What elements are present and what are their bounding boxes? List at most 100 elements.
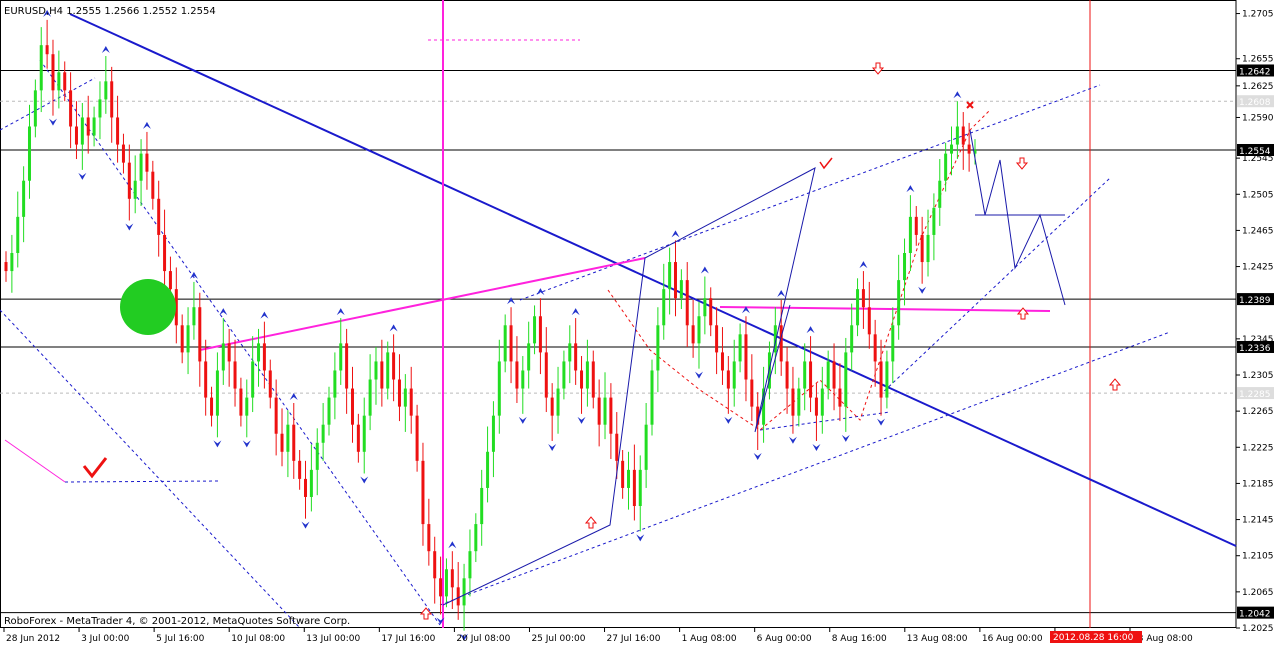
candle-body xyxy=(116,117,120,145)
candle-body xyxy=(820,388,824,416)
candle-body xyxy=(397,379,401,407)
candle-body xyxy=(867,307,871,335)
candle-body xyxy=(597,397,601,425)
candle-body xyxy=(544,352,548,398)
candle-body xyxy=(215,370,219,416)
candle-body xyxy=(750,379,754,407)
candle-body xyxy=(157,198,161,235)
level-tag-label: 1.2389 xyxy=(1239,296,1271,306)
candle-body xyxy=(950,144,954,154)
candle-body xyxy=(321,424,325,443)
candle-body xyxy=(650,370,654,425)
candle-body xyxy=(227,343,231,362)
candle-body xyxy=(562,361,566,389)
candle-body xyxy=(697,316,701,344)
candle-body xyxy=(703,298,707,317)
candle-body xyxy=(609,397,613,434)
candle-body xyxy=(814,397,818,416)
candle-body xyxy=(186,325,190,353)
candle-body xyxy=(180,325,184,353)
candle-body xyxy=(726,370,730,389)
candle-body xyxy=(268,370,272,398)
candle-body xyxy=(856,289,860,326)
candle-body xyxy=(274,397,278,434)
y-tick-label: 1.2705 xyxy=(1242,10,1274,20)
candle-body xyxy=(885,361,889,398)
candle-body xyxy=(527,343,531,371)
candle-body xyxy=(210,397,214,416)
candle-body xyxy=(127,162,131,199)
candle-body xyxy=(732,361,736,389)
candle-body xyxy=(826,361,830,389)
candle-body xyxy=(556,388,560,416)
candle-body xyxy=(621,460,625,488)
y-tick-label: 1.2625 xyxy=(1242,82,1274,92)
candle-body xyxy=(638,469,642,507)
candle-body xyxy=(709,298,713,326)
candle-body xyxy=(80,117,84,145)
level-tag-label: 1.2608 xyxy=(1239,98,1271,108)
candle-body xyxy=(668,262,672,290)
candle-body xyxy=(591,361,595,398)
future-time-label: 2012.08.28 16:00 xyxy=(1053,633,1134,643)
copyright-footer: RoboForex - MetaTrader 4, © 2001-2012, M… xyxy=(4,616,350,627)
candle-body xyxy=(104,81,108,100)
x-tick-label: 28 Jun 2012 xyxy=(6,634,60,644)
candle-body xyxy=(744,334,748,380)
candle-body xyxy=(415,415,419,461)
candle-body xyxy=(257,343,261,362)
candle-body xyxy=(350,388,354,425)
candle-body xyxy=(409,388,413,416)
candle-body xyxy=(27,126,31,181)
candle-body xyxy=(22,180,26,217)
candle-body xyxy=(327,397,331,425)
candle-body xyxy=(439,578,443,597)
candle-body xyxy=(568,343,572,362)
candle-body xyxy=(809,361,813,398)
x-tick-label: 16 Aug 00:00 xyxy=(982,634,1043,644)
candle-body xyxy=(720,352,724,371)
candle-body xyxy=(121,144,125,163)
x-tick-label: 25 Jul 00:00 xyxy=(531,634,585,644)
candle-body xyxy=(908,216,912,254)
candle-body xyxy=(433,551,437,579)
price-chart[interactable]: 1.27051.26551.26251.25901.25451.25051.24… xyxy=(0,0,1274,645)
level-tag-label: 1.2336 xyxy=(1239,344,1271,354)
candle-body xyxy=(961,126,965,145)
level-tag-label: 1.2042 xyxy=(1239,610,1271,620)
y-tick-label: 1.2025 xyxy=(1242,624,1274,634)
candle-body xyxy=(538,316,542,353)
candle-body xyxy=(33,90,37,127)
candle-body xyxy=(474,524,478,552)
candle-body xyxy=(139,153,143,181)
candle-body xyxy=(685,280,689,326)
x-tick-label: 5 Jul 16:00 xyxy=(156,634,205,644)
x-tick-label: 8 Aug 16:00 xyxy=(832,634,887,644)
candle-body xyxy=(69,90,73,127)
candle-body xyxy=(920,234,924,263)
y-tick-label: 1.2265 xyxy=(1242,407,1274,417)
candle-body xyxy=(233,361,237,389)
x-tick-label: 10 Jul 08:00 xyxy=(231,634,285,644)
x-tick-label: 17 Jul 16:00 xyxy=(381,634,435,644)
candle-body xyxy=(92,117,96,136)
candle-body xyxy=(585,361,589,389)
symbol-title: EURUSD,H4 1.2555 1.2566 1.2552 1.2554 xyxy=(4,6,216,17)
candle-body xyxy=(309,469,313,497)
candle-body xyxy=(574,343,578,371)
candle-body xyxy=(861,289,865,308)
x-tick-label: 3 Jul 00:00 xyxy=(81,634,130,644)
candle-body xyxy=(644,424,648,470)
y-tick-label: 1.2105 xyxy=(1242,552,1274,562)
candle-body xyxy=(163,234,167,272)
y-tick-label: 1.2505 xyxy=(1242,190,1274,200)
candle-body xyxy=(362,415,366,452)
candle-body xyxy=(791,388,795,416)
candle-body xyxy=(368,379,372,416)
candle-body xyxy=(844,352,848,407)
candle-body xyxy=(486,451,490,488)
y-tick-label: 1.2225 xyxy=(1242,443,1274,453)
candle-body xyxy=(345,343,349,389)
candle-body xyxy=(221,343,225,371)
y-tick-label: 1.2065 xyxy=(1242,588,1274,598)
